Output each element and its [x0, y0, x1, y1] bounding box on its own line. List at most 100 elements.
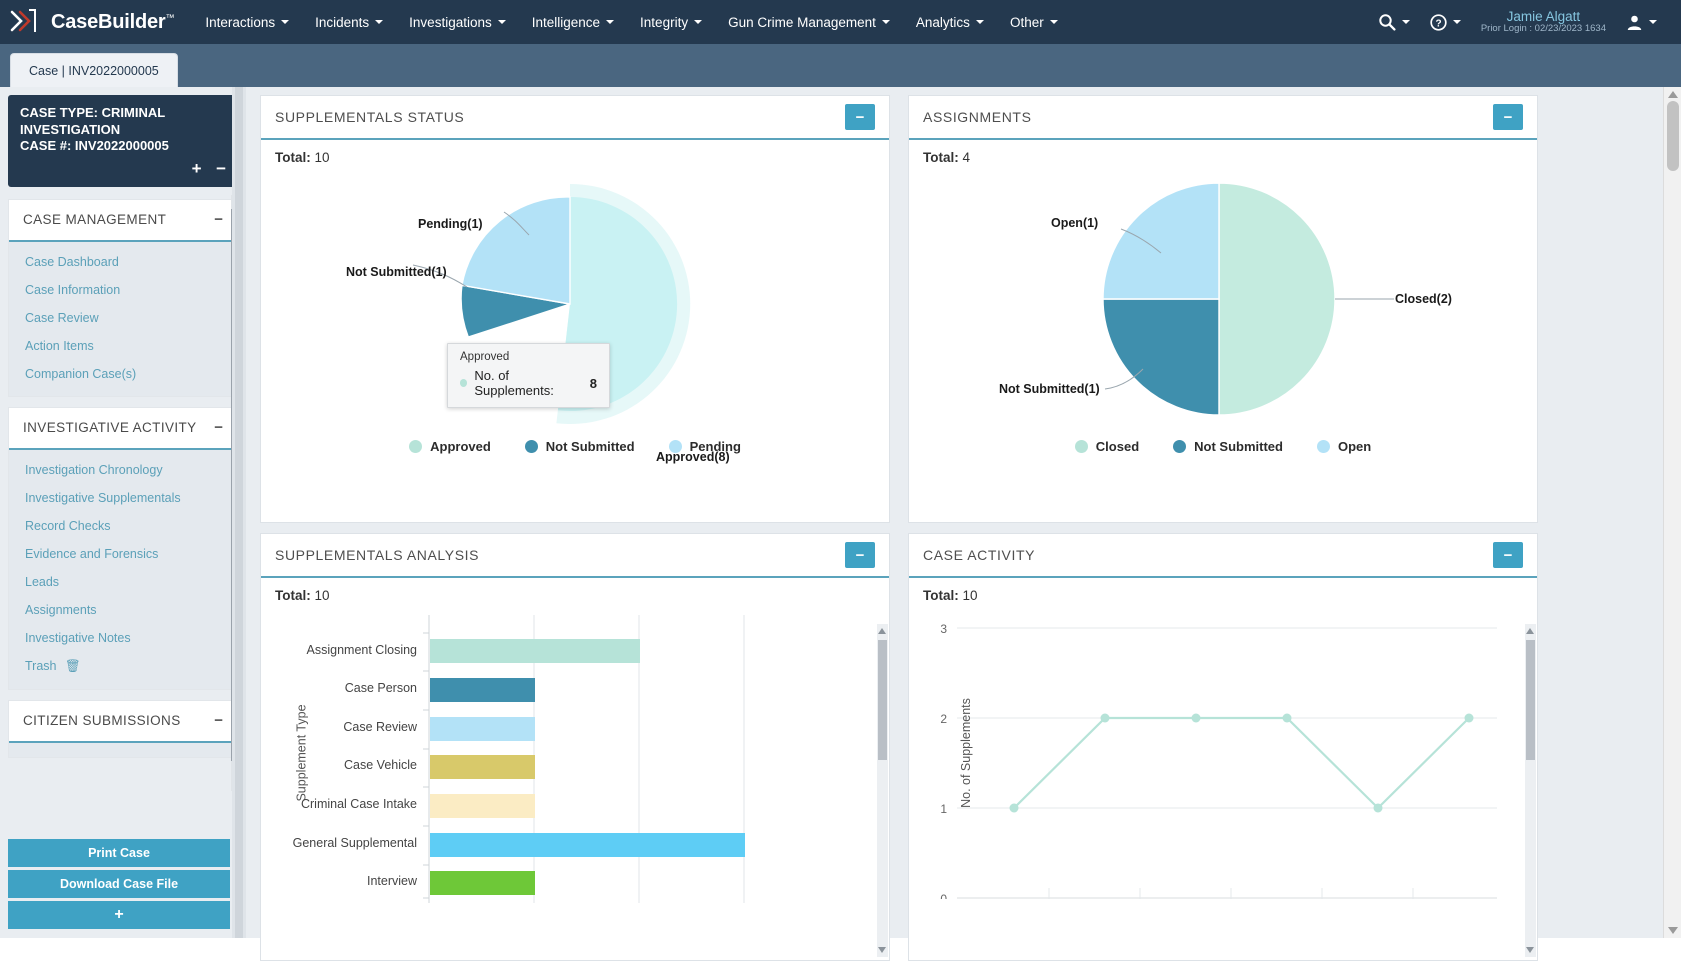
case-activity-scrollbar[interactable] [1525, 624, 1536, 957]
widget-minimize-button[interactable]: − [845, 104, 875, 130]
tooltip-row: No. of Supplements: 8 [460, 368, 597, 398]
y-tick-1: 1 [940, 802, 947, 816]
widget-header: ASSIGNMENTS − [909, 96, 1537, 140]
add-button[interactable]: + [8, 901, 230, 929]
chevron-down-icon [281, 20, 289, 24]
tooltip-color-dot [460, 379, 467, 387]
bar-criminal-case-intake[interactable] [430, 794, 535, 818]
line-point-2[interactable] [1101, 714, 1110, 723]
sidebar-item-investigative-supplementals[interactable]: Investigative Supplementals [9, 484, 237, 512]
nav-item-interactions[interactable]: Interactions [192, 0, 302, 44]
bar-case-person[interactable] [430, 678, 535, 702]
help-button[interactable]: ? [1420, 0, 1471, 44]
download-case-file-button[interactable]: Download Case File [8, 870, 230, 898]
sidebar-item-case-review[interactable]: Case Review [9, 304, 237, 332]
prior-login-text: Prior Login : 02/23/2023 1634 [1481, 24, 1606, 35]
sidebar-resize-grip[interactable] [235, 87, 243, 938]
line-point-3[interactable] [1192, 714, 1201, 723]
sidebar-resize-divider[interactable] [232, 87, 246, 938]
user-info[interactable]: Jamie Algatt Prior Login : 02/23/2023 16… [1471, 9, 1616, 35]
case-header-collapse-button[interactable]: − [216, 159, 226, 178]
nav-item-label: Intelligence [532, 15, 600, 30]
section-header-case-management[interactable]: CASE MANAGEMENT − [9, 200, 237, 242]
scroll-down-icon[interactable] [1526, 947, 1534, 953]
legend-item-closed[interactable]: Closed [1075, 439, 1139, 454]
widget-title: SUPPLEMENTALS STATUS [275, 109, 464, 125]
scroll-up-icon[interactable] [878, 628, 886, 634]
sidebar-item-investigative-notes[interactable]: Investigative Notes [9, 624, 237, 652]
section-collapse-icon[interactable]: − [214, 212, 223, 227]
legend-item-open[interactable]: Open [1317, 439, 1371, 454]
case-number-line: CASE #: INV2022000005 [20, 138, 226, 155]
page-scroll-up-icon[interactable] [1668, 91, 1678, 98]
page-scroll-down-icon[interactable] [1668, 927, 1678, 934]
bar-case-review[interactable] [430, 717, 535, 741]
search-button[interactable] [1368, 0, 1420, 44]
nav-item-other[interactable]: Other [997, 0, 1071, 44]
chevron-down-icon [375, 20, 383, 24]
nav-item-analytics[interactable]: Analytics [903, 0, 997, 44]
total-label: Total: [923, 588, 959, 603]
sidebar-item-record-checks[interactable]: Record Checks [9, 512, 237, 540]
pie-slice-not-submitted[interactable] [1103, 299, 1219, 415]
nav-item-incidents[interactable]: Incidents [302, 0, 396, 44]
pie-slice-open[interactable] [1103, 183, 1219, 299]
scrollbar-thumb[interactable] [878, 640, 887, 760]
pie-slice-pending[interactable] [462, 197, 570, 304]
section-collapse-icon[interactable]: − [214, 713, 223, 728]
legend-color-dot [409, 440, 422, 453]
user-menu-button[interactable] [1616, 0, 1667, 44]
print-case-button[interactable]: Print Case [8, 839, 230, 867]
section-header-citizen-submissions[interactable]: CITIZEN SUBMISSIONS − [9, 701, 237, 743]
sidebar-item-case-dashboard[interactable]: Case Dashboard [9, 248, 237, 276]
bar-interview[interactable] [430, 871, 535, 895]
line-point-6[interactable] [1465, 714, 1474, 723]
nav-item-label: Investigations [409, 15, 492, 30]
sidebar-item-leads[interactable]: Leads [9, 568, 237, 596]
sidebar-item-investigation-chronology[interactable]: Investigation Chronology [9, 456, 237, 484]
bar-assignment-closing[interactable] [430, 639, 640, 663]
total-value: 10 [963, 588, 978, 603]
line-point-5[interactable] [1374, 804, 1383, 813]
sidebar-item-trash[interactable]: Trash 🗑 [9, 652, 237, 681]
line-point-1[interactable] [1010, 804, 1019, 813]
bar-case-vehicle[interactable] [430, 755, 535, 779]
nav-item-integrity[interactable]: Integrity [627, 0, 715, 44]
bar-general-supplemental[interactable] [430, 833, 745, 857]
nav-item-gun-crime-management[interactable]: Gun Crime Management [715, 0, 903, 44]
widget-body: Total: 10 [261, 140, 889, 520]
chevron-down-icon [1453, 20, 1461, 24]
brand-name: CaseBuilder [51, 11, 166, 33]
widget-minimize-button[interactable]: − [1493, 104, 1523, 130]
section-title: CASE MANAGEMENT [23, 212, 166, 227]
nav-item-intelligence[interactable]: Intelligence [519, 0, 627, 44]
sidebar-item-case-information[interactable]: Case Information [9, 276, 237, 304]
sidebar-item-action-items[interactable]: Action Items [9, 332, 237, 360]
page-scrollbar[interactable] [1663, 87, 1681, 938]
supplementals-analysis-scrollbar[interactable] [877, 624, 888, 957]
widget-minimize-button[interactable]: − [845, 542, 875, 568]
help-circle-icon: ? [1430, 14, 1447, 31]
section-header-investigative-activity[interactable]: INVESTIGATIVE ACTIVITY − [9, 408, 237, 450]
line-point-4[interactable] [1283, 714, 1292, 723]
legend-item-approved[interactable]: Approved [409, 439, 491, 454]
widget-minimize-button[interactable]: − [1493, 542, 1523, 568]
sidebar-item-companion-cases[interactable]: Companion Case(s) [9, 360, 237, 388]
case-type-line2: INVESTIGATION [20, 122, 226, 139]
scroll-down-icon[interactable] [878, 947, 886, 953]
nav-item-investigations[interactable]: Investigations [396, 0, 519, 44]
section-collapse-icon[interactable]: − [214, 420, 223, 435]
widget-title: ASSIGNMENTS [923, 109, 1032, 125]
brand-logo[interactable]: CaseBuilder™ [0, 9, 174, 35]
pie-slice-closed[interactable] [1219, 183, 1335, 415]
legend-item-not-submitted[interactable]: Not Submitted [1173, 439, 1283, 454]
line-series-no-of-supplements [1014, 718, 1469, 808]
page-scrollbar-thumb[interactable] [1667, 101, 1679, 171]
tab-case-inv2022000005[interactable]: Case | INV2022000005 [10, 53, 178, 87]
sidebar-item-assignments[interactable]: Assignments [9, 596, 237, 624]
sidebar-item-evidence-and-forensics[interactable]: Evidence and Forensics [9, 540, 237, 568]
scroll-up-icon[interactable] [1526, 628, 1534, 634]
legend-item-not-submitted[interactable]: Not Submitted [525, 439, 635, 454]
scrollbar-thumb[interactable] [1526, 640, 1535, 760]
case-header-expand-button[interactable]: + [192, 159, 202, 178]
